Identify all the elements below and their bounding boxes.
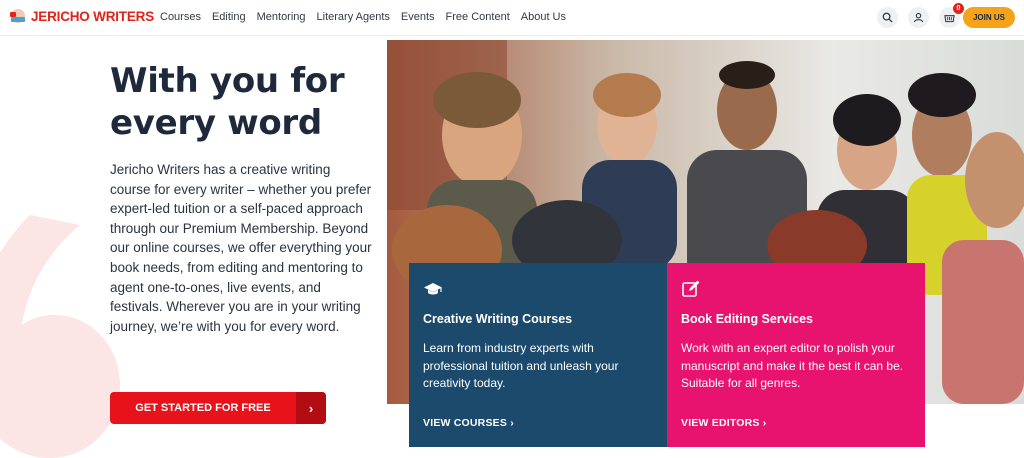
card-description: Work with an expert editor to polish you… (681, 341, 904, 390)
join-us-button[interactable]: JOIN US (963, 7, 1015, 28)
view-editors-label: VIEW EDITORS (681, 417, 760, 429)
get-started-label: GET STARTED FOR FREE (135, 402, 271, 414)
user-icon[interactable] (908, 7, 929, 28)
nav-item-literary-agents[interactable]: Literary Agents (317, 11, 390, 23)
chevron-right-icon: › (762, 417, 767, 429)
nav-item-mentoring[interactable]: Mentoring (257, 11, 306, 23)
get-started-button[interactable]: GET STARTED FOR FREE › (110, 392, 326, 424)
edit-icon (681, 279, 701, 299)
basket-icon[interactable]: 0 (939, 3, 964, 28)
hero-title: With you for every word (110, 61, 345, 143)
basket-count-badge: 0 (953, 3, 964, 14)
graduation-cap-icon (423, 279, 443, 299)
chevron-right-icon: › (296, 392, 326, 424)
card-title: Book Editing Services (681, 312, 813, 326)
nav-item-courses[interactable]: Courses (160, 11, 201, 23)
book-editing-services-card[interactable]: Book Editing Services Work with an exper… (667, 263, 925, 447)
nav-item-events[interactable]: Events (401, 11, 435, 23)
logo-text: JERICHO WRITERS (31, 8, 155, 24)
view-courses-link[interactable]: VIEW COURSES › (423, 417, 514, 429)
creative-writing-courses-card[interactable]: Creative Writing Courses Learn from indu… (409, 263, 667, 447)
main-nav: Courses Editing Mentoring Literary Agent… (160, 11, 577, 23)
nav-item-editing[interactable]: Editing (212, 11, 246, 23)
view-courses-label: VIEW COURSES (423, 417, 508, 429)
nav-item-free-content[interactable]: Free Content (446, 11, 510, 23)
logo-icon (9, 8, 27, 24)
card-description: Learn from industry experts with profess… (423, 341, 619, 390)
search-icon[interactable] (877, 7, 898, 28)
card-title: Creative Writing Courses (423, 312, 573, 326)
hero-description: Jericho Writers has a creative writing c… (110, 162, 372, 334)
header-actions: 0 (867, 3, 964, 28)
nav-item-about-us[interactable]: About Us (521, 11, 566, 23)
view-editors-link[interactable]: VIEW EDITORS › (681, 417, 766, 429)
site-logo[interactable]: JERICHO WRITERS (9, 8, 154, 24)
site-header: JERICHO WRITERS Courses Editing Mentorin… (0, 0, 1024, 36)
chevron-right-icon: › (510, 417, 514, 429)
